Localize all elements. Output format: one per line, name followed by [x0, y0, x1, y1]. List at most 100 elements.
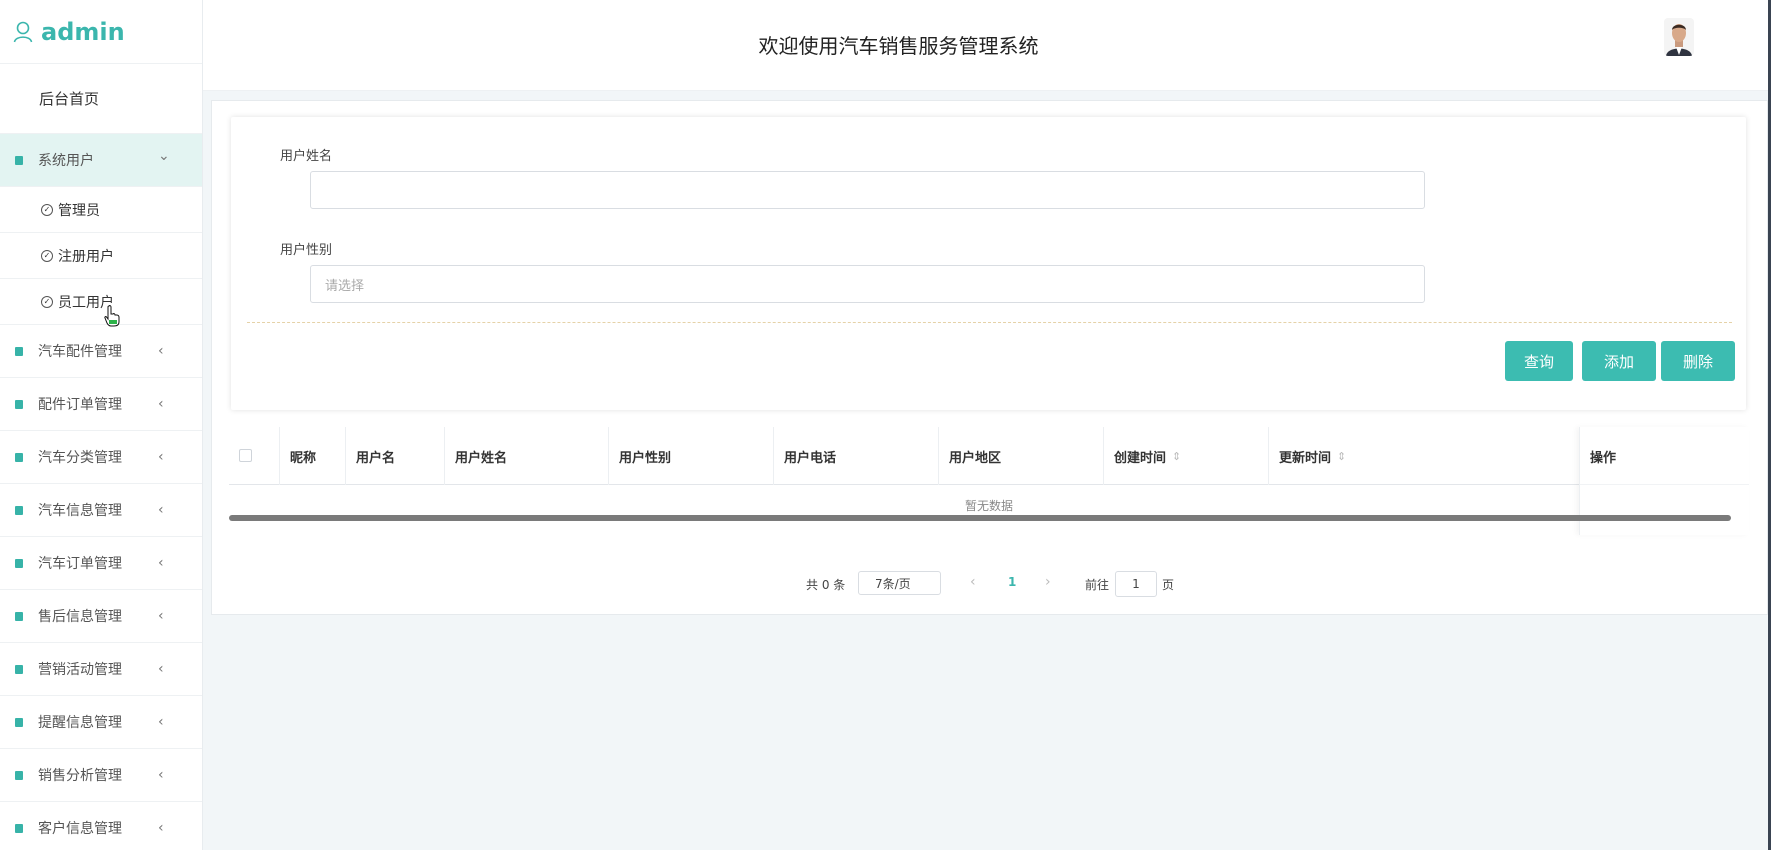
sidebar-item-after-sales[interactable]: 售后信息管理 ‹: [0, 590, 202, 643]
next-page-button[interactable]: ›: [1045, 574, 1051, 590]
brand: admin: [0, 0, 202, 64]
chevron-left-icon: ‹: [158, 502, 164, 518]
sidebar-item-car-categories[interactable]: 汽车分类管理 ‹: [0, 431, 202, 484]
chevron-left-icon: ‹: [158, 555, 164, 571]
sidebar-item-home[interactable]: 后台首页: [0, 64, 202, 134]
empty-table-message: 暂无数据: [964, 499, 1013, 513]
sidebar-item-sales-analysis[interactable]: 销售分析管理 ‹: [0, 749, 202, 802]
menu-doc-icon: [15, 611, 23, 621]
sidebar-item-customers[interactable]: 客户信息管理 ‹: [0, 802, 202, 850]
check-circle-icon: ✓: [41, 249, 53, 262]
table-horizontal-scrollbar[interactable]: [229, 515, 1731, 521]
table-header: 昵称 用户名 用户姓名 用户性别 用户电话 用户地区 创建时间 ⇕ 更新时间 ⇕: [229, 427, 1749, 485]
form-divider: [247, 322, 1732, 323]
search-form: 用户姓名 用户性别 请选择 查询 添加 删除: [231, 117, 1746, 410]
prev-page-button[interactable]: ‹: [970, 574, 976, 590]
menu-doc-icon: [15, 155, 23, 165]
top-header: 欢迎使用汽车销售服务管理系统: [203, 0, 1771, 91]
column-header: 用户地区: [938, 427, 1103, 485]
menu-doc-icon: [15, 346, 23, 356]
sidebar-item-label: 系统用户: [38, 153, 94, 169]
column-header-label: 更新时间: [1279, 450, 1332, 466]
column-header: 用户姓名: [444, 427, 608, 485]
avatar[interactable]: [1664, 18, 1694, 56]
chevron-left-icon: ‹: [158, 714, 164, 730]
sidebar-item-label: 客户信息管理: [38, 821, 122, 837]
sidebar-submenu: ✓ 管理员 ✓ 注册用户 ✓ 员工用户: [0, 187, 202, 325]
sidebar-item-marketing[interactable]: 营销活动管理 ‹: [0, 643, 202, 696]
chevron-left-icon: ‹: [158, 820, 164, 836]
goto-page-input[interactable]: 1: [1115, 571, 1157, 597]
sidebar-item-system-users[interactable]: 系统用户 ⌄: [0, 134, 202, 187]
column-header-label: 创建时间: [1114, 450, 1167, 466]
sidebar-subitem-registered-users[interactable]: ✓ 注册用户: [0, 233, 202, 279]
sidebar-subitem-label: 管理员: [58, 202, 100, 219]
sidebar-item-label: 配件订单管理: [38, 397, 122, 413]
sidebar-subitem-admin[interactable]: ✓ 管理员: [0, 187, 202, 233]
gender-select[interactable]: 请选择: [310, 265, 1425, 303]
menu-doc-icon: [15, 717, 23, 727]
sidebar-item-label: 汽车订单管理: [38, 556, 122, 572]
gender-label: 用户性别: [280, 243, 333, 258]
avatar-image: [1664, 18, 1694, 56]
select-all-checkbox[interactable]: [239, 449, 252, 462]
sidebar-item-car-orders[interactable]: 汽车订单管理 ‹: [0, 537, 202, 590]
sidebar-item-label: 销售分析管理: [38, 768, 122, 784]
sort-icon[interactable]: ⇕: [1337, 450, 1346, 463]
sidebar-item-label: 汽车信息管理: [38, 503, 122, 519]
column-header: 昵称: [279, 427, 345, 485]
sidebar-item-label: 售后信息管理: [38, 609, 122, 625]
delete-button[interactable]: 删除: [1661, 341, 1735, 381]
chevron-left-icon: ‹: [158, 767, 164, 783]
current-page-number[interactable]: 1: [1008, 575, 1016, 589]
column-header: 用户名: [345, 427, 444, 485]
name-label: 用户姓名: [280, 149, 333, 164]
chevron-left-icon: ‹: [158, 343, 164, 359]
sidebar: admin 后台首页 系统用户 ⌄ ✓ 管理员 ✓ 注册用户 ✓ 员工用户 汽车…: [0, 0, 203, 850]
name-input[interactable]: [310, 171, 1425, 209]
menu-doc-icon: [15, 452, 23, 462]
user-icon: [13, 21, 33, 42]
goto-label: 前往: [1085, 578, 1110, 592]
add-button[interactable]: 添加: [1582, 341, 1656, 381]
chevron-left-icon: ‹: [158, 661, 164, 677]
menu-doc-icon: [15, 558, 23, 568]
sidebar-subitem-label: 注册用户: [58, 248, 114, 265]
sidebar-subitem-staff-users[interactable]: ✓ 员工用户: [0, 279, 202, 325]
page-title: 欢迎使用汽车销售服务管理系统: [758, 34, 1039, 58]
sidebar-item-part-orders[interactable]: 配件订单管理 ‹: [0, 378, 202, 431]
check-circle-icon: ✓: [41, 203, 53, 216]
menu-doc-icon: [15, 664, 23, 674]
hand-cursor-icon: [104, 305, 120, 327]
check-circle-icon: ✓: [41, 295, 53, 308]
sidebar-item-car-info[interactable]: 汽车信息管理 ‹: [0, 484, 202, 537]
menu-doc-icon: [15, 823, 23, 833]
chevron-left-icon: ‹: [158, 396, 164, 412]
column-header: 用户电话: [773, 427, 938, 485]
pagination-total: 共 0 条: [806, 578, 846, 592]
pagination: 共 0 条 7条/页 ‹ 1 › 前往 1 页: [212, 569, 1767, 597]
main-panel: 用户姓名 用户性别 请选择 查询 添加 删除 昵称 用户名 用户姓名 用户性别 …: [211, 100, 1768, 615]
menu-doc-icon: [15, 770, 23, 780]
page-size-select[interactable]: 7条/页: [858, 571, 941, 595]
sidebar-item-reminders[interactable]: 提醒信息管理 ‹: [0, 696, 202, 749]
brand-username: admin: [41, 17, 125, 46]
menu-doc-icon: [15, 399, 23, 409]
goto-unit-label: 页: [1162, 578, 1175, 592]
sidebar-item-label: 汽车配件管理: [38, 344, 122, 360]
sidebar-item-label: 营销活动管理: [38, 662, 122, 678]
sort-icon[interactable]: ⇕: [1172, 450, 1181, 463]
column-header-created[interactable]: 创建时间 ⇕: [1103, 427, 1268, 485]
menu-doc-icon: [15, 505, 23, 515]
column-header: 用户性别: [608, 427, 773, 485]
chevron-left-icon: ‹: [158, 608, 164, 624]
sidebar-item-label: 提醒信息管理: [38, 715, 122, 731]
sidebar-item-label: 汽车分类管理: [38, 450, 122, 466]
sidebar-item-parts[interactable]: 汽车配件管理 ‹: [0, 325, 202, 378]
column-header: 操作: [1590, 450, 1617, 466]
column-header-updated[interactable]: 更新时间 ⇕: [1268, 427, 1418, 485]
chevron-left-icon: ‹: [158, 449, 164, 465]
chevron-down-icon: ⌄: [158, 148, 170, 164]
query-button[interactable]: 查询: [1505, 341, 1573, 381]
select-all-cell: [229, 427, 279, 485]
